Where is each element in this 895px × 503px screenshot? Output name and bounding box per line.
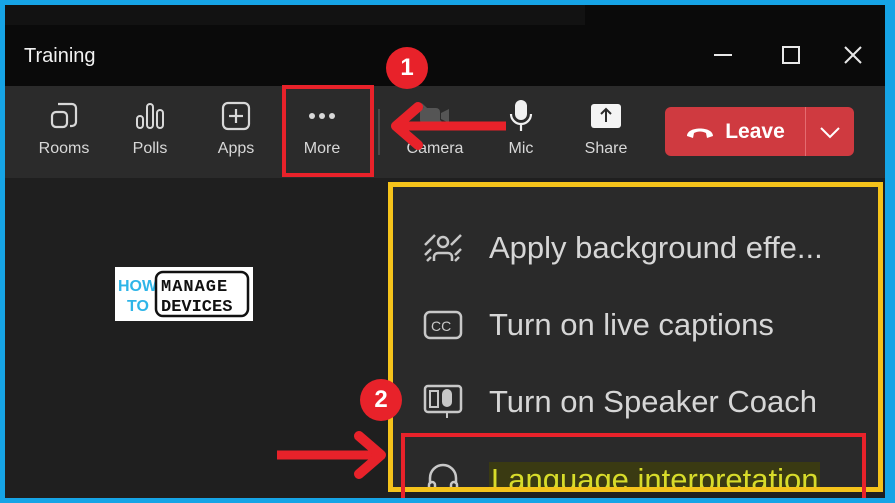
menu-item-speaker-coach[interactable]: Turn on Speaker Coach	[423, 377, 817, 427]
chevron-down-icon	[820, 126, 840, 138]
background-effects-icon	[424, 234, 462, 262]
leave-label: Leave	[725, 119, 785, 143]
svg-text:CC: CC	[431, 318, 451, 334]
hang-up-icon	[687, 128, 714, 138]
leave-button-group: Leave	[665, 107, 854, 156]
title-bar: Training	[5, 5, 885, 86]
toolbar-divider	[378, 109, 380, 155]
close-icon	[844, 46, 862, 64]
logo-how: HOW	[118, 278, 158, 295]
logo-to: TO	[127, 298, 149, 315]
maximize-icon	[782, 46, 800, 64]
menu-item-label: Turn on live captions	[489, 307, 774, 342]
mic-icon	[509, 100, 533, 131]
menu-item-live-captions[interactable]: CC Turn on live captions	[423, 300, 774, 350]
menu-item-background-effects[interactable]: Apply background effe...	[423, 223, 823, 273]
rooms-icon	[50, 102, 78, 129]
closed-captions-icon: CC	[423, 310, 463, 340]
annotation-box-more	[282, 85, 374, 177]
rooms-label: Rooms	[38, 140, 90, 157]
leave-button[interactable]: Leave	[665, 107, 805, 156]
polls-button[interactable]: Polls	[114, 98, 186, 164]
share-icon	[591, 104, 621, 128]
rooms-button[interactable]: Rooms	[28, 98, 100, 164]
annotation-arrow-left	[391, 102, 506, 150]
close-button[interactable]	[835, 40, 871, 70]
step-badge-2: 2	[360, 379, 402, 421]
annotation-arrow-right	[277, 431, 386, 479]
step-badge-1: 1	[386, 47, 428, 89]
logo-devices: DEVICES	[161, 298, 232, 317]
speaker-coach-icon	[423, 384, 463, 418]
window-title: Training	[24, 45, 96, 67]
teams-meeting-window: Training Rooms Polls Apps More Camera Mi…	[5, 5, 885, 498]
howtomanagedevices-logo: HOW TO MANAGE DEVICES	[115, 267, 253, 321]
apps-button[interactable]: Apps	[200, 98, 272, 164]
polls-label: Polls	[132, 140, 168, 157]
share-label: Share	[584, 140, 628, 157]
title-bar-strip	[5, 5, 585, 25]
logo-manage: MANAGE	[161, 278, 228, 297]
polls-icon	[136, 103, 164, 129]
apps-label: Apps	[217, 140, 255, 157]
menu-item-label: Turn on Speaker Coach	[489, 384, 817, 419]
apps-icon	[221, 101, 251, 131]
menu-item-label: Apply background effe...	[489, 230, 823, 265]
minimize-button[interactable]	[705, 40, 741, 70]
maximize-button[interactable]	[773, 40, 809, 70]
share-button[interactable]: Share	[570, 98, 642, 164]
leave-options-button[interactable]	[806, 107, 854, 156]
annotation-box-language-interpretation	[401, 433, 866, 498]
minimize-icon	[714, 54, 732, 56]
